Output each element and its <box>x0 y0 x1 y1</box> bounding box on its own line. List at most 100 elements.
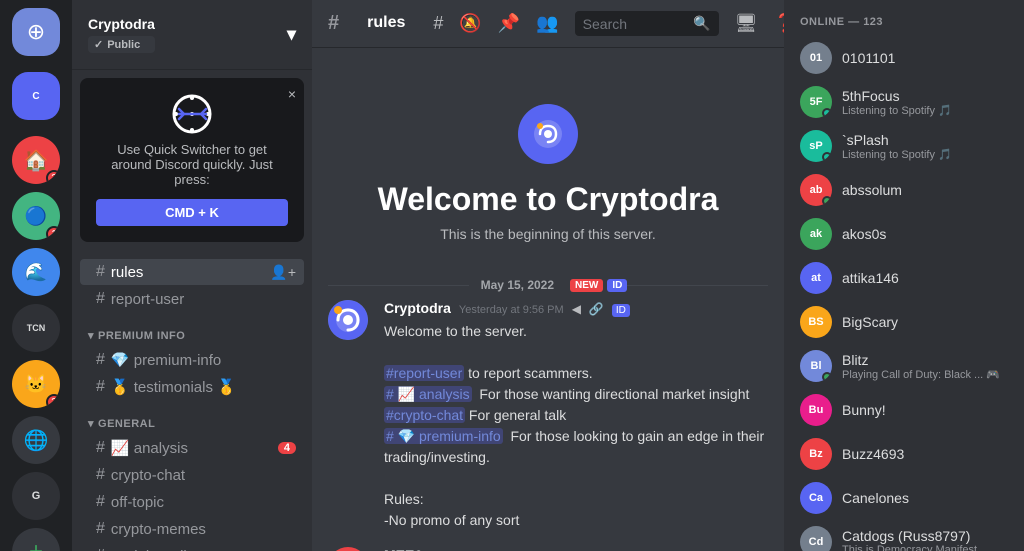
mute-icon[interactable]: 🔕 <box>459 13 481 34</box>
member-item-canelones[interactable]: Ca Canelones <box>792 476 1016 520</box>
message-text-1: Welcome to the server. #report-user to r… <box>384 321 768 531</box>
add-server-button[interactable]: + <box>12 528 60 551</box>
member-info-0101101: 0101101 <box>842 50 1008 66</box>
hash-icon-7: # <box>96 493 105 511</box>
category-general[interactable]: ▾ GENERAL <box>72 401 312 434</box>
report-user-mention[interactable]: #report-user <box>384 365 464 381</box>
member-info-buzz4693: Buzz4693 <box>842 446 1008 462</box>
member-avatar-5thfocus: 5F <box>800 86 832 118</box>
pin-icon[interactable]: 📌 <box>498 13 520 34</box>
message-header-1: Cryptodra Yesterday at 9:56 PM ◀ 🔗 ID <box>384 300 768 317</box>
member-list-header: ONLINE — 123 <box>792 16 1016 36</box>
quick-switcher-shortcut[interactable]: CMD + K <box>96 199 288 226</box>
premium-info-mention[interactable]: # 💎 premium-info <box>384 428 503 444</box>
id-badge: ID <box>607 279 627 292</box>
channel-name-4: 🥇 testimonials 🥇 <box>111 378 296 396</box>
member-info-canelones: Canelones <box>842 490 1008 506</box>
message-timestamp-1: Yesterday at 9:56 PM <box>459 304 564 316</box>
member-item-5thfocus[interactable]: 5F 5thFocus Listening to Spotify 🎵 <box>792 80 1016 124</box>
member-avatar-splash: sP <box>800 130 832 162</box>
channel-item-off-topic[interactable]: # off-topic <box>80 489 304 515</box>
server-sidebar: ⊕ C 🏠 2 🔵 1 🌊 TCN 🐱 3 🌐 G + <box>0 0 72 551</box>
channel-name-2: report-user <box>111 291 296 308</box>
hash-icon-3: # <box>96 351 105 369</box>
member-info-abssolum: abssolum <box>842 182 1008 198</box>
server-header[interactable]: Cryptodra ✓ Public ▾ <box>72 0 312 70</box>
crypto-chat-mention[interactable]: #crypto-chat <box>384 407 465 423</box>
channel-item-crypto-chat[interactable]: # crypto-chat <box>80 462 304 488</box>
member-avatar-bigscary: BS <box>800 306 832 338</box>
hash-icon-2: # <box>96 290 105 308</box>
member-name-5: akos0s <box>842 226 1008 242</box>
member-item-buzz4693[interactable]: Bz Buzz4693 <box>792 432 1016 476</box>
channels-list: # rules 👤+ # report-user ▾ PREMIUM INFO … <box>72 250 312 551</box>
member-item-akos0s[interactable]: ak akos0s <box>792 212 1016 256</box>
member-item-attika146[interactable]: at attika146 <box>792 256 1016 300</box>
server-icon-7[interactable]: G <box>12 472 60 520</box>
channel-name-9: social-media <box>111 548 296 551</box>
help-icon[interactable]: ❓ <box>774 13 784 34</box>
member-name-9: Bunny! <box>842 402 1008 418</box>
channel-item-testimonials[interactable]: # 🥇 testimonials 🥇 <box>80 374 304 400</box>
channel-badge-analysis: 4 <box>278 442 296 454</box>
category-chevron-2: ▾ <box>88 417 94 430</box>
message-group-2: M MEE6 ✓ BOT Yesterday at 9:59 PM (edite… <box>328 547 768 551</box>
add-user-icon[interactable]: 👤+ <box>270 264 296 281</box>
server-icon-3[interactable]: 🌊 <box>12 248 60 296</box>
search-bar[interactable]: Search 🔍 <box>575 11 719 36</box>
member-item-0101101[interactable]: 01 0101101 <box>792 36 1016 80</box>
member-item-bunny[interactable]: Bu Bunny! <box>792 388 1016 432</box>
hashtag-icon[interactable]: # <box>433 13 443 34</box>
inbox-icon[interactable]: 🖥 <box>735 13 758 34</box>
members-icon[interactable]: 👥 <box>536 13 558 34</box>
member-avatar-canelones: Ca <box>800 482 832 514</box>
member-info-5thfocus: 5thFocus Listening to Spotify 🎵 <box>842 88 1008 117</box>
channel-name-6: crypto-chat <box>111 467 296 484</box>
channel-item-rules[interactable]: # rules 👤+ <box>80 259 304 285</box>
member-name: 0101101 <box>842 50 1008 66</box>
channel-item-social-media[interactable]: # social-media <box>80 543 304 551</box>
search-icon: 🔍 <box>693 15 710 32</box>
server-name: Cryptodra <box>88 16 155 32</box>
message-content-2: MEE6 ✓ BOT Yesterday at 9:59 PM (edited)… <box>384 547 768 551</box>
member-item-splash[interactable]: sP `sPlash Listening to Spotify 🎵 <box>792 124 1016 168</box>
channel-name-8: crypto-memes <box>111 521 296 538</box>
member-info-bigscary: BigScary <box>842 314 1008 330</box>
server-icon-cryptodra[interactable]: C <box>12 72 60 120</box>
welcome-icon <box>518 104 578 164</box>
channel-item-crypto-memes[interactable]: # crypto-memes <box>80 516 304 542</box>
server-icon-2[interactable]: 🔵 1 <box>12 192 60 240</box>
category-premium-info[interactable]: ▾ PREMIUM INFO <box>72 313 312 346</box>
message-header-2: MEE6 ✓ BOT Yesterday at 9:59 PM <box>384 547 768 551</box>
message-avatar-2: M <box>328 547 368 551</box>
channel-item-report-user[interactable]: # report-user <box>80 286 304 312</box>
date-divider: May 15, 2022 NEW ID <box>328 262 768 300</box>
channel-name-3: 💎 premium-info <box>111 351 296 369</box>
member-info-blitz: Blitz Playing Call of Duty: Black ... 🎮 <box>842 352 1008 381</box>
server-icon-4[interactable]: TCN <box>12 304 60 352</box>
member-item-abssolum[interactable]: ab abssolum <box>792 168 1016 212</box>
member-avatar-attika146: at <box>800 262 832 294</box>
member-item-catdogs[interactable]: Cd Catdogs (Russ8797) This is Democracy … <box>792 520 1016 551</box>
analysis-mention-1[interactable]: # 📈 analysis <box>384 386 472 402</box>
member-info-akos0s: akos0s <box>842 226 1008 242</box>
server-chevron: ▾ <box>287 24 296 45</box>
hash-icon-9: # <box>96 547 105 551</box>
main-content: # rules # 🔕 📌 👥 Search 🔍 🖥 ❓ <box>312 0 784 551</box>
message-content-1: Cryptodra Yesterday at 9:56 PM ◀ 🔗 ID We… <box>384 300 768 531</box>
close-tooltip-button[interactable]: × <box>288 86 296 102</box>
server-icon-1[interactable]: 🏠 2 <box>12 136 60 184</box>
channel-item-premium-info[interactable]: # 💎 premium-info <box>80 347 304 373</box>
hash-icon-8: # <box>96 520 105 538</box>
search-placeholder: Search <box>583 16 627 32</box>
home-button[interactable]: ⊕ <box>12 8 60 56</box>
member-item-blitz[interactable]: Bl Blitz Playing Call of Duty: Black ...… <box>792 344 1016 388</box>
member-name-7: BigScary <box>842 314 1008 330</box>
channel-item-analysis[interactable]: # 📈 analysis 4 <box>80 435 304 461</box>
server-icon-5[interactable]: 🐱 3 <box>12 360 60 408</box>
channel-name: rules <box>111 264 264 281</box>
message-avatar-1 <box>328 300 368 340</box>
server-icon-6[interactable]: 🌐 <box>12 416 60 464</box>
member-name-6: attika146 <box>842 270 1008 286</box>
member-item-bigscary[interactable]: BS BigScary <box>792 300 1016 344</box>
